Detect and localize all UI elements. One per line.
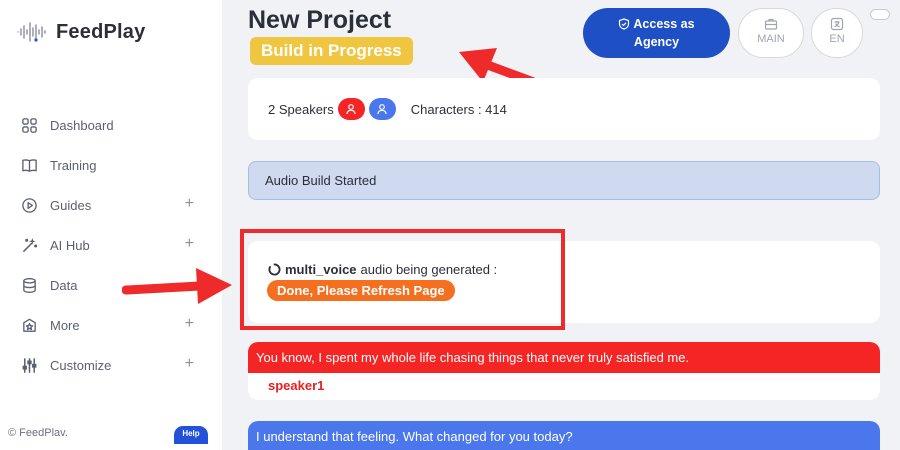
voice-name: multi_voice (285, 262, 357, 277)
language-label: EN (829, 33, 845, 45)
language-button[interactable]: EN (811, 8, 863, 58)
annotation-arrow-generation (122, 268, 232, 304)
briefcase-icon (764, 18, 778, 30)
expand-plus-icon[interactable]: + (185, 356, 194, 372)
audio-build-status: Audio Build Started (248, 161, 880, 200)
user-icon (346, 104, 357, 115)
expand-plus-icon[interactable]: + (185, 236, 194, 252)
help-button[interactable]: Help (174, 426, 208, 444)
status-badge: Build in Progress (250, 37, 413, 65)
sidebar-item-customize[interactable]: Customize + (0, 345, 222, 385)
sidebar-item-label: AI Hub (50, 237, 90, 253)
generation-text: audio being generated : (360, 262, 498, 277)
speakers-summary-card: 2 Speakers Characters : 414 (248, 78, 880, 140)
sliders-icon (20, 356, 38, 374)
soundwave-logo-icon (17, 22, 46, 42)
play-circle-icon (20, 196, 38, 214)
database-icon (20, 276, 38, 294)
generation-status-line: multi_voice audio being generated : (268, 262, 497, 277)
sidebar-item-guides[interactable]: Guides + (0, 185, 222, 225)
sidebar-nav: Dashboard Training Guides + AI Hub + Dat… (0, 105, 222, 385)
magic-wand-icon (20, 236, 38, 254)
sidebar: FeedPlay Dashboard Training Guides + AI … (0, 0, 222, 450)
dialogue-speaker: speaker1 (268, 378, 325, 393)
shield-check-icon (619, 18, 630, 30)
star-box-icon (20, 316, 38, 334)
grid-icon (20, 116, 38, 134)
character-count: Characters : 414 (410, 101, 507, 117)
sidebar-item-label: Dashboard (50, 117, 114, 133)
agency-button-line1: Access as (633, 17, 695, 31)
theme-toggle[interactable] (870, 9, 890, 20)
sidebar-item-dashboard[interactable]: Dashboard (0, 105, 222, 145)
refresh-page-notice[interactable]: Done, Please Refresh Page (267, 280, 455, 301)
sidebar-item-ai-hub[interactable]: AI Hub + (0, 225, 222, 265)
user-icon (377, 104, 388, 115)
sidebar-item-label: Customize (50, 357, 112, 373)
sidebar-item-label: Data (50, 277, 78, 293)
sidebar-item-more[interactable]: More + (0, 305, 222, 345)
expand-plus-icon[interactable]: + (185, 196, 194, 212)
dialogue-text: I understand that feeling. What changed … (248, 421, 880, 450)
main-workspace-button[interactable]: MAIN (738, 8, 804, 58)
sidebar-item-label: Training (50, 157, 97, 173)
speaker-badge-blue[interactable] (368, 98, 396, 120)
dialogue-line[interactable]: You know, I spent my whole life chasing … (248, 342, 880, 400)
sidebar-item-training[interactable]: Training (0, 145, 222, 185)
translate-icon (830, 17, 844, 31)
main-button-label: MAIN (757, 33, 785, 45)
logo[interactable]: FeedPlay (16, 20, 145, 44)
access-as-agency-button[interactable]: Access as Agency (583, 8, 730, 58)
expand-plus-icon[interactable]: + (185, 316, 194, 332)
app-name: FeedPlay (56, 20, 146, 43)
loading-spinner-icon (268, 263, 281, 276)
dialogue-text: You know, I spent my whole life chasing … (248, 342, 880, 373)
speaker-count: 2 Speakers (268, 101, 334, 117)
speaker-badge-red[interactable] (337, 98, 365, 120)
book-icon (20, 156, 38, 174)
page-title: New Project (248, 6, 392, 34)
copyright-text: © FeedPlav. (8, 427, 68, 439)
sidebar-item-label: More (50, 317, 80, 333)
sidebar-item-label: Guides (50, 197, 92, 213)
agency-button-line2: Agency (633, 35, 680, 49)
dialogue-line[interactable]: I understand that feeling. What changed … (248, 421, 880, 450)
